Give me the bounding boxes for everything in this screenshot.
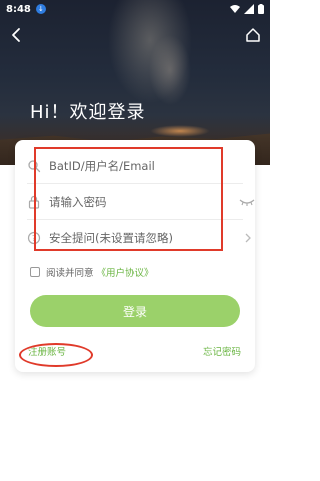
status-icons xyxy=(230,4,264,14)
account-input[interactable] xyxy=(49,159,219,173)
password-field xyxy=(27,184,255,220)
security-question-field[interactable]: ? xyxy=(27,220,251,256)
agreement-checkbox[interactable] xyxy=(30,267,40,277)
wifi-icon xyxy=(230,5,240,13)
search-icon xyxy=(28,160,41,173)
home-icon[interactable] xyxy=(244,26,262,44)
svg-text:?: ? xyxy=(32,234,36,243)
eye-closed-icon[interactable] xyxy=(239,195,255,209)
status-bar: 8:48 ↓ xyxy=(0,0,270,18)
question-icon: ? xyxy=(27,231,41,245)
status-time: 8:48 xyxy=(6,3,31,15)
chevron-right-icon[interactable] xyxy=(243,232,253,244)
user-agreement-link[interactable]: 《用户协议》 xyxy=(97,265,154,279)
signal-icon xyxy=(244,4,254,14)
hero-glow xyxy=(150,125,210,137)
lock-icon xyxy=(28,195,40,209)
forgot-password-link[interactable]: 忘记密码 xyxy=(203,344,241,358)
register-link[interactable]: 注册账号 xyxy=(28,344,66,358)
battery-icon xyxy=(258,4,264,14)
security-question-input[interactable] xyxy=(49,231,219,245)
download-icon: ↓ xyxy=(35,4,46,14)
agreement-text: 阅读并同意 xyxy=(46,268,94,279)
account-field xyxy=(27,148,243,184)
agreement-row: 阅读并同意 《用户协议》 xyxy=(30,265,154,279)
page-title: Hi！欢迎登录 xyxy=(30,102,146,123)
login-button[interactable]: 登录 xyxy=(30,295,240,327)
back-arrow-icon[interactable] xyxy=(8,26,26,44)
password-input[interactable] xyxy=(49,195,219,209)
login-card: ? 阅读并同意 《用户协议》 登录 注册账号 忘记密码 xyxy=(15,140,255,372)
